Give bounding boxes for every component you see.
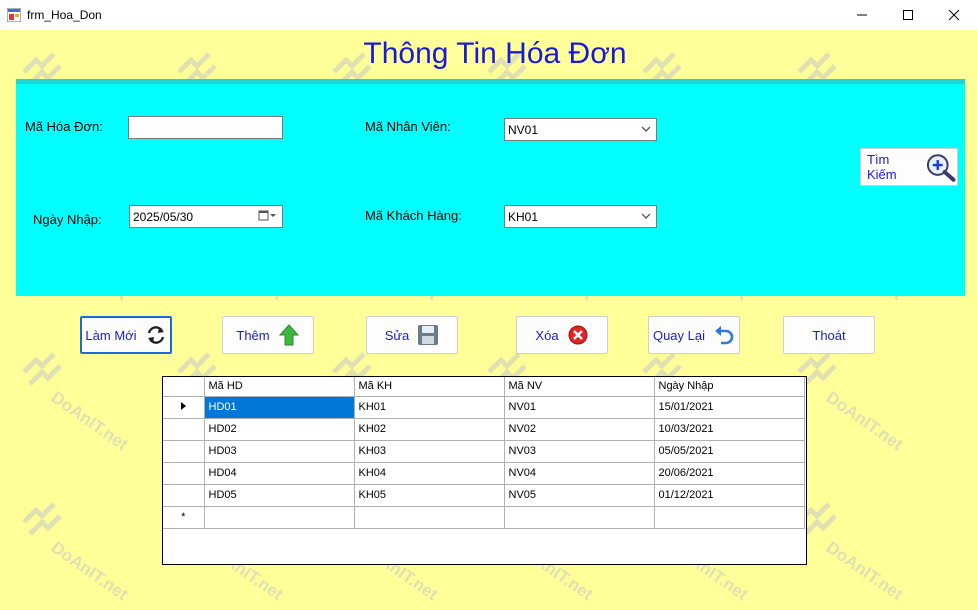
edit-button-label: Sửa	[384, 327, 410, 343]
close-icon	[948, 9, 960, 21]
table-cell[interactable]: NV02	[503, 417, 655, 441]
table-cell[interactable]: HD02	[203, 417, 355, 441]
svg-text:DoAnIT.net: DoAnIT.net	[823, 538, 907, 605]
customer-id-select[interactable]: KH01	[504, 205, 657, 228]
form-heading: Thông Tin Hóa Đơn	[363, 37, 627, 70]
zoom-in-icon	[926, 154, 956, 182]
refresh-button-label: Làm Mới	[85, 327, 137, 343]
chevron-down-icon	[641, 126, 651, 132]
date-picker[interactable]: 2025/05/30	[129, 205, 283, 228]
chevron-down-icon	[641, 213, 651, 219]
table-cell[interactable]: KH02	[353, 417, 505, 441]
column-header-employee-id[interactable]: Mã NV	[503, 377, 655, 397]
table-cell[interactable]: NV04	[503, 461, 655, 485]
search-button[interactable]: Tìm Kiếm	[860, 148, 958, 186]
row-header[interactable]	[163, 461, 205, 485]
employee-id-select[interactable]: NV01	[504, 118, 657, 141]
employee-id-label: Mã Nhân Viên:	[365, 119, 451, 134]
add-button[interactable]: Thêm	[222, 316, 314, 354]
table-cell[interactable]	[653, 505, 805, 529]
refresh-icon	[147, 326, 164, 344]
maximize-button[interactable]	[885, 0, 931, 30]
minimize-icon	[857, 14, 867, 16]
delete-button-label: Xóa	[535, 327, 559, 343]
watermark: DoAnIT.net	[797, 502, 907, 605]
column-header-date[interactable]: Ngày Nhập	[653, 377, 805, 397]
arrow-up-icon	[278, 324, 299, 346]
exit-button[interactable]: Thoát	[783, 316, 875, 354]
table-cell[interactable]: KH03	[353, 439, 505, 463]
exit-button-label: Thoát	[812, 327, 846, 343]
table-cell[interactable]	[203, 505, 355, 529]
table-cell[interactable]	[503, 505, 655, 529]
date-label: Ngày Nhập:	[33, 212, 102, 227]
row-header[interactable]	[163, 439, 205, 463]
customer-id-value: KH01	[508, 210, 539, 224]
delete-button[interactable]: Xóa	[516, 316, 608, 354]
invoice-id-input[interactable]	[128, 116, 283, 139]
current-row-arrow-icon	[181, 401, 187, 410]
date-value: 2025/05/30	[133, 210, 194, 224]
edit-button[interactable]: Sửa	[366, 316, 458, 354]
back-button-label: Quay Lại	[652, 327, 706, 343]
watermark: DoAnIT.net	[22, 502, 132, 605]
save-icon	[418, 325, 439, 345]
undo-icon	[715, 326, 734, 345]
row-header[interactable]	[163, 417, 205, 441]
maximize-icon	[903, 10, 913, 20]
add-button-label: Thêm	[236, 327, 270, 343]
back-button[interactable]: Quay Lại	[648, 316, 740, 354]
input-panel	[16, 79, 965, 296]
row-header-corner	[163, 377, 205, 397]
app-icon	[7, 8, 21, 22]
watermark: DoAnIT.net	[797, 352, 907, 455]
calendar-dropdown-icon	[258, 210, 276, 221]
customer-id-label: Mã Khách Hàng:	[365, 208, 462, 223]
close-button[interactable]	[931, 0, 977, 30]
invoice-table: Mã HD Mã KH Mã NV Ngày Nhập HD01 KH01 NV…	[163, 377, 805, 529]
window-title: frm_Hoa_Don	[27, 8, 102, 22]
table-cell[interactable]: HD05	[203, 483, 355, 507]
delete-icon	[568, 325, 588, 345]
employee-id-value: NV01	[508, 123, 539, 137]
table-cell[interactable]: 15/01/2021	[653, 395, 805, 419]
search-button-label: Tìm Kiếm	[867, 152, 897, 182]
table-cell[interactable]: NV05	[503, 483, 655, 507]
table-row[interactable]: HD01 KH01 NV01 15/01/2021	[163, 395, 805, 419]
table-cell[interactable]: 10/03/2021	[653, 417, 805, 441]
table-cell[interactable]: 01/12/2021	[653, 483, 805, 507]
table-cell[interactable]: HD01	[203, 395, 355, 419]
table-row[interactable]: HD02 KH02 NV02 10/03/2021	[163, 417, 805, 441]
table-cell[interactable]: NV03	[503, 439, 655, 463]
table-cell[interactable]: 05/05/2021	[653, 439, 805, 463]
table-cell[interactable]: HD03	[203, 439, 355, 463]
table-cell[interactable]	[353, 505, 505, 529]
table-header-row: Mã HD Mã KH Mã NV Ngày Nhập	[163, 377, 805, 397]
svg-text:DoAnIT.net: DoAnIT.net	[48, 388, 132, 455]
table-cell[interactable]: KH05	[353, 483, 505, 507]
table-row[interactable]: HD04 KH04 NV04 20/06/2021	[163, 461, 805, 485]
table-cell[interactable]: 20/06/2021	[653, 461, 805, 485]
table-row[interactable]: HD05 KH05 NV05 01/12/2021	[163, 483, 805, 507]
watermark: DoAnIT.net	[22, 352, 132, 455]
table-cell[interactable]: KH01	[353, 395, 505, 419]
table-row[interactable]: HD03 KH03 NV03 05/05/2021	[163, 439, 805, 463]
svg-text:DoAnIT.net: DoAnIT.net	[823, 388, 907, 455]
invoice-id-label: Mã Hóa Đơn:	[25, 119, 103, 134]
row-header[interactable]	[163, 483, 205, 507]
table-cell[interactable]: NV01	[503, 395, 655, 419]
new-row[interactable]: *	[163, 505, 805, 529]
svg-text:DoAnIT.net: DoAnIT.net	[48, 538, 132, 605]
window-title-bar: frm_Hoa_Don	[0, 0, 977, 30]
minimize-button[interactable]	[839, 0, 885, 30]
invoice-grid[interactable]: Mã HD Mã KH Mã NV Ngày Nhập HD01 KH01 NV…	[162, 376, 807, 565]
refresh-button[interactable]: Làm Mới	[80, 316, 172, 354]
column-header-customer-id[interactable]: Mã KH	[353, 377, 505, 397]
new-row-marker: *	[163, 505, 205, 529]
column-header-invoice-id[interactable]: Mã HD	[203, 377, 355, 397]
row-header[interactable]	[163, 395, 205, 419]
table-cell[interactable]: KH04	[353, 461, 505, 485]
table-cell[interactable]: HD04	[203, 461, 355, 485]
